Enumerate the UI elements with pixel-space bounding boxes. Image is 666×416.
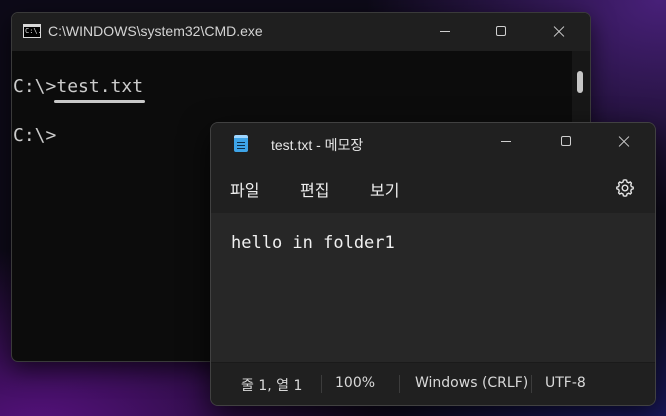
menu-edit[interactable]: 편집 [300,177,329,201]
notepad-maximize-button[interactable] [543,123,589,163]
cmd-window-title: C:\WINDOWS\system32\CMD.exe [48,23,263,39]
notepad-minimize-button[interactable] [483,123,529,163]
cmd-prompt: C:\> [13,76,57,97]
notepad-window[interactable]: test.txt - 메모장 파일 편집 보기 hello in folder1… [210,122,656,406]
cmd-command-text: test.txt [54,75,146,103]
notepad-menubar: 파일 편집 보기 [211,163,655,213]
menu-view[interactable]: 보기 [370,177,399,201]
cmd-line: C:\> [13,124,56,148]
notepad-titlebar[interactable]: test.txt - 메모장 [211,123,655,163]
status-cursor-position[interactable]: 줄 1, 열 1 [241,375,302,395]
cmd-prompt: C:\> [13,125,57,146]
cmd-line: C:\>test.txt [13,75,146,103]
notepad-close-button[interactable] [601,123,647,163]
notepad-text-editor[interactable]: hello in folder1 [211,213,655,363]
status-line-ending[interactable]: Windows (CRLF) [415,375,528,391]
cmd-minimize-button[interactable] [422,13,468,51]
settings-gear-icon[interactable] [615,178,635,198]
command-underline [54,100,146,103]
status-encoding[interactable]: UTF-8 [545,375,586,391]
status-divider [399,375,400,393]
cmd-maximize-button[interactable] [478,13,524,51]
cmd-icon-glyph: C:\. [25,27,42,35]
cmd-app-icon: C:\. [23,24,42,38]
cmd-command-value: test.txt [56,76,144,97]
cmd-close-button[interactable] [536,13,582,51]
status-zoom-level[interactable]: 100% [335,375,375,391]
cmd-titlebar[interactable]: C:\. C:\WINDOWS\system32\CMD.exe [12,13,590,51]
cmd-scroll-thumb[interactable] [577,71,583,93]
status-divider [531,375,532,393]
status-divider [321,375,322,393]
notepad-window-title: test.txt - 메모장 [271,137,364,153]
notepad-statusbar: 줄 1, 열 1 100% Windows (CRLF) UTF-8 [211,362,655,405]
notepad-app-icon [234,135,248,152]
editor-content: hello in folder1 [231,233,395,253]
menu-file[interactable]: 파일 [230,177,259,201]
